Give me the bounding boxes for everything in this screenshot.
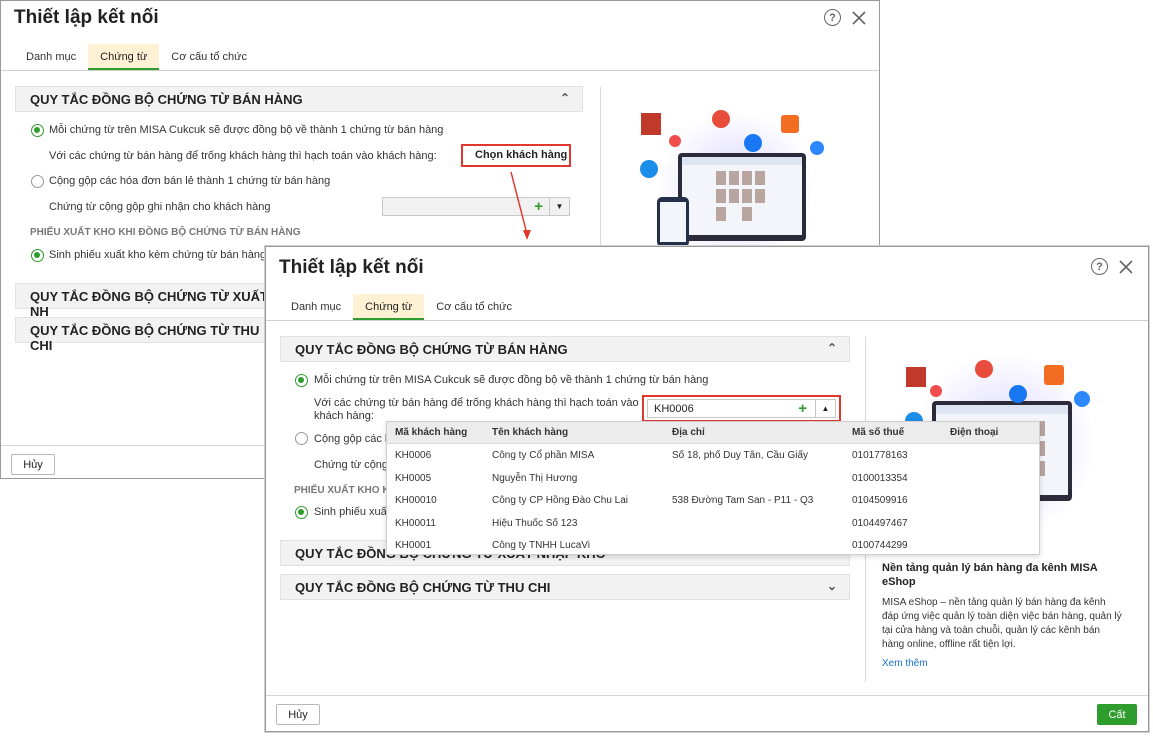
eshop-illustration (640, 103, 824, 249)
tab-categories[interactable]: Danh mục (14, 44, 88, 71)
section-cash-rules[interactable]: QUY TẮC ĐỒNG BỘ CHỨNG TỪ THU CHI ⌄ (280, 574, 850, 600)
cell-code: KH0005 (395, 473, 432, 484)
tab-bar: Danh mục Chứng từ Cơ cấu tổ chức (279, 294, 524, 321)
footer-divider (266, 695, 1148, 696)
tab-categories[interactable]: Danh mục (279, 294, 353, 321)
cell-name: Công ty TNHH LucaVi (492, 540, 591, 551)
option-label: Sinh phiếu xuất (314, 506, 390, 518)
promo-panel: Nền tảng quản lý bán hàng đa kênh MISA e… (882, 561, 1122, 669)
help-icon[interactable]: ? (824, 9, 841, 26)
warehouse-subheader: PHIẾU XUẤT KHO KHI ĐỒNG BỘ CHỨNG TỪ BÁN … (30, 227, 301, 238)
choose-customer-link[interactable]: Chọn khách hàng (475, 149, 567, 161)
cell-tax-code: 0104509916 (852, 495, 908, 506)
customer-combo[interactable]: KH0006 + ▲ (647, 399, 836, 418)
combo-value: KH0006 (654, 403, 694, 415)
header-icons: ? (1091, 258, 1134, 275)
promo-text: MISA eShop – nền tảng quản lý bán hàng đ… (882, 597, 1122, 650)
chevron-up-icon[interactable]: ⌃ (560, 91, 570, 105)
close-icon[interactable] (851, 10, 867, 26)
cell-tax-code: 0100744299 (852, 540, 908, 551)
cell-code: KH0001 (395, 540, 432, 551)
option-label: Sinh phiếu xuất kho kèm chứng từ bán hàn… (49, 249, 267, 261)
option-label: Cộng gộp các hóa đơn bán lẻ thành 1 chứn… (49, 175, 331, 187)
dialog-title: Thiết lập kết nối (279, 257, 424, 278)
pointer-arrow (510, 171, 531, 240)
option-label: Mỗi chứng từ trên MISA Cukcuk sẽ được đồ… (49, 124, 444, 136)
column-header: Điện thoại (950, 427, 999, 438)
customer-dropdown-grid: Mã khách hàng Tên khách hàng Địa chỉ Mã … (386, 421, 1040, 555)
cell-name: Công ty CP Hồng Đào Chu Lai (492, 495, 629, 506)
section-sales-rules[interactable]: QUY TẮC ĐỒNG BỘ CHỨNG TỪ BÁN HÀNG ⌃ (15, 86, 583, 112)
dialog-title: Thiết lập kết nối (14, 7, 159, 28)
option-sub-label: Chứng từ cộng gộp ghi nhận cho khách hàn… (49, 201, 271, 213)
radio-each-voucher[interactable] (31, 124, 44, 137)
option-label: Cộng gộp các hó (314, 433, 398, 445)
section-title: QUY TẮC ĐỒNG BỘ CHỨNG TỪ BÁN HÀNG (30, 92, 303, 107)
table-row[interactable]: KH00011 Hiệu Thuốc Số 123 0104497467 (387, 510, 1039, 532)
column-header: Mã khách hàng (395, 427, 468, 438)
cancel-button[interactable]: Hủy (276, 704, 320, 725)
option-sub-label: Với các chứng từ bán hàng để trống khách… (314, 397, 639, 409)
cell-tax-code: 0101778163 (852, 450, 908, 461)
cancel-button[interactable]: Hủy (11, 454, 55, 475)
cell-tax-code: 0100013354 (852, 473, 908, 484)
grid-header: Mã khách hàng Tên khách hàng Địa chỉ Mã … (387, 422, 1039, 444)
section-cash-rules[interactable]: QUY TẮC ĐỒNG BỘ CHỨNG TỪ THU CHI (15, 317, 275, 353)
vertical-separator (600, 87, 601, 247)
radio-warehouse[interactable] (31, 249, 44, 262)
dropdown-arrow-icon[interactable]: ▲ (815, 400, 835, 417)
radio-each-voucher[interactable] (295, 374, 308, 387)
tab-bar: Danh mục Chứng từ Cơ cấu tổ chức (14, 44, 259, 71)
option-sub-label: Với các chứng từ bán hàng để trống khách… (49, 150, 437, 162)
dropdown-arrow-icon[interactable]: ▼ (549, 198, 569, 215)
column-header: Tên khách hàng (492, 427, 569, 438)
section-title: QUY TẮC ĐỒNG BỘ CHỨNG TỪ THU CHI (295, 580, 551, 595)
section-sales-rules[interactable]: QUY TẮC ĐỒNG BỘ CHỨNG TỪ BÁN HÀNG ⌃ (280, 336, 850, 362)
cell-code: KH00010 (395, 495, 437, 506)
warehouse-subheader: PHIẾU XUẤT KHO K (294, 485, 390, 496)
tab-organization[interactable]: Cơ cấu tổ chức (159, 44, 259, 71)
table-row[interactable]: KH0001 Công ty TNHH LucaVi 0100744299 (387, 532, 1039, 554)
section-export-rules[interactable]: QUY TẮC ĐỒNG BỘ CHỨNG TỪ XUẤT NH (15, 283, 275, 319)
cell-tax-code: 0104497467 (852, 518, 908, 529)
table-row[interactable]: KH0006 Công ty Cổ phần MISA Số 18, phố D… (387, 444, 1039, 466)
cell-name: Nguyễn Thị Hương (492, 473, 578, 484)
column-header: Mã số thuế (852, 427, 905, 438)
customer-combo-disabled[interactable]: + ▼ (382, 197, 570, 216)
table-row[interactable]: KH0005 Nguyễn Thị Hương 0100013354 (387, 466, 1039, 488)
header-icons: ? (824, 9, 867, 26)
radio-merge-invoices[interactable] (295, 432, 308, 445)
tab-divider (1, 70, 879, 71)
plus-icon[interactable]: + (534, 199, 543, 215)
save-button[interactable]: Cất (1097, 704, 1137, 725)
close-icon[interactable] (1118, 259, 1134, 275)
radio-merge-invoices[interactable] (31, 175, 44, 188)
section-title: QUY TẮC ĐỒNG BỘ CHỨNG TỪ XUẤT NH (30, 289, 268, 319)
chevron-down-icon[interactable]: ⌄ (827, 579, 837, 593)
promo-title: Nền tảng quản lý bán hàng đa kênh MISA e… (882, 562, 1098, 588)
cell-code: KH0006 (395, 450, 432, 461)
tab-vouchers[interactable]: Chứng từ (88, 44, 160, 71)
option-label: Mỗi chứng từ trên MISA Cukcuk sẽ được đồ… (314, 374, 709, 386)
tab-divider (266, 320, 1148, 321)
plus-icon[interactable]: + (798, 401, 807, 417)
cell-name: Hiệu Thuốc Số 123 (492, 518, 578, 529)
cell-address: 538 Đường Tam San - P11 - Q3 (672, 495, 814, 506)
tab-organization[interactable]: Cơ cấu tổ chức (424, 294, 524, 321)
option-sub-label-cont: khách hàng: (314, 410, 374, 422)
help-icon[interactable]: ? (1091, 258, 1108, 275)
chevron-up-icon[interactable]: ⌃ (827, 341, 837, 355)
section-title: QUY TẮC ĐỒNG BỘ CHỨNG TỪ THU CHI (30, 323, 260, 353)
table-row[interactable]: KH00010 Công ty CP Hồng Đào Chu Lai 538 … (387, 488, 1039, 510)
promo-link[interactable]: Xem thêm (882, 658, 1122, 669)
column-header: Địa chỉ (672, 427, 705, 438)
tab-vouchers[interactable]: Chứng từ (353, 294, 425, 321)
option-sub-label: Chứng từ cộng g (314, 459, 398, 471)
cell-address: Số 18, phố Duy Tân, Cầu Giấy (672, 450, 809, 461)
cell-code: KH00011 (395, 518, 436, 529)
cell-name: Công ty Cổ phần MISA (492, 450, 595, 461)
section-title: QUY TẮC ĐỒNG BỘ CHỨNG TỪ BÁN HÀNG (295, 342, 568, 357)
radio-warehouse[interactable] (295, 506, 308, 519)
